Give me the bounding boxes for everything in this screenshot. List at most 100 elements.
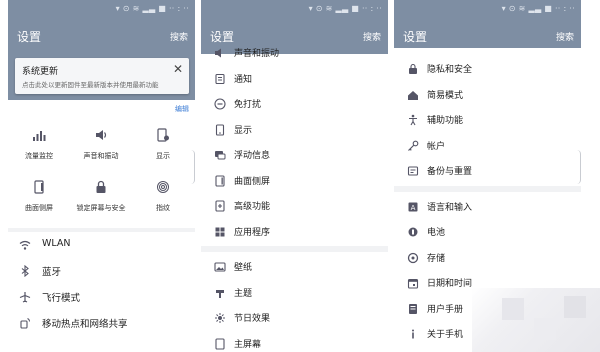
list-item-label: 存储 (427, 253, 446, 264)
status-bar: ▾ ⊙ ≋ ▂▃ ■ ·· : ·· (8, 0, 195, 18)
list-item-wlan[interactable]: WLAN (8, 232, 195, 258)
lock-icon (96, 180, 106, 193)
list-item-bluetooth[interactable]: 蓝牙 (8, 258, 195, 284)
quick-settings-grid: 流量监控 声音和振动 显示 曲面侧屏 锁定屏幕与安全 指纹 (8, 120, 195, 224)
list-item-label: 帐户 (427, 141, 446, 152)
list-item-storage[interactable]: 存储 (394, 245, 581, 271)
divider (394, 185, 581, 192)
tile-edge-screen[interactable]: 曲面侧屏 (8, 172, 70, 224)
wallpaper-icon (214, 262, 226, 272)
list-item-airplane-mode[interactable]: 飞行模式 (8, 284, 195, 310)
accessibility-icon (409, 114, 417, 126)
list-item-label: 辅助功能 (427, 116, 464, 126)
page-title: 设置 (403, 30, 428, 44)
tile-label: 锁定屏幕与安全 (76, 204, 126, 212)
list-item-language-input[interactable]: A 语言和输入 (394, 194, 581, 220)
app-bar: 设置 搜索 (394, 18, 581, 48)
language-icon: A (408, 202, 418, 212)
key-icon (408, 140, 419, 151)
system-update-card[interactable]: 系统更新 点击此处以更新固件至最新版本并使用最新功能 ✕ (15, 58, 189, 94)
apps-icon (215, 227, 225, 236)
list-item-privacy[interactable]: 隐私和安全 (394, 56, 581, 82)
app-bar-overlay: 设置 搜索 (201, 18, 388, 48)
list-item-display[interactable]: 显示 (201, 117, 388, 143)
tile-data-usage[interactable]: 流量监控 (8, 120, 70, 172)
list-item-battery[interactable]: 电池 (394, 219, 581, 245)
floating-message-icon (215, 151, 226, 160)
list-item-label: 主屏幕 (234, 339, 262, 350)
home-screen-icon (215, 337, 225, 350)
bluetooth-icon (21, 265, 29, 277)
list-item-label: 简易模式 (427, 90, 464, 101)
divider (201, 246, 388, 252)
status-bar-overlay: ▾ ⊙ ≋ ▂▃ ■ ·· : ·· (201, 0, 388, 18)
list-item-label: 用户手册 (427, 304, 464, 315)
list-item-accessibility[interactable]: 辅助功能 (394, 107, 581, 133)
tile-lock-screen[interactable]: 锁定屏幕与安全 (70, 172, 132, 224)
list-item-themes[interactable]: 主题 (201, 280, 388, 306)
tile-fingerprint[interactable]: 指纹 (132, 172, 194, 224)
list-item-edge-screen[interactable]: 曲面侧屏 (201, 168, 388, 194)
list-item-festival-effects[interactable]: 节日效果 (201, 305, 388, 331)
privacy-icon (409, 63, 417, 74)
list-item-easy-mode[interactable]: 简易模式 (394, 82, 581, 108)
update-card-title: 系统更新 (22, 67, 59, 77)
battery-icon (408, 227, 418, 237)
edit-button[interactable]: 编辑 (175, 104, 189, 114)
update-card-description: 点击此处以更新固件至最新版本并使用最新功能 (22, 81, 159, 89)
list-item-label: 隐私和安全 (427, 65, 473, 75)
watermark-block (534, 318, 556, 340)
do-not-disturb-icon (214, 98, 226, 110)
search-button[interactable]: 搜索 (170, 30, 188, 43)
list-item-notifications[interactable]: 通知 (201, 66, 388, 92)
scroll-indicator (577, 150, 581, 184)
list-item-label: 蓝牙 (42, 267, 62, 278)
list-item-label: 浮动信息 (234, 151, 271, 161)
svg-text:A: A (411, 204, 416, 212)
list-item-do-not-disturb[interactable]: 免打扰 (201, 91, 388, 117)
search-button[interactable]: 搜索 (363, 30, 381, 43)
list-item-label: 电池 (427, 228, 446, 238)
tile-display[interactable]: 显示 (132, 120, 194, 172)
list-item-floating-messages[interactable]: 浮动信息 (201, 142, 388, 168)
watermark-block (564, 296, 586, 318)
festival-icon (215, 313, 225, 323)
list-item-label: 节日效果 (234, 314, 271, 324)
close-icon[interactable]: ✕ (173, 63, 183, 75)
search-button[interactable]: 搜索 (556, 30, 574, 43)
list-item-wallpaper[interactable]: 壁纸 (201, 254, 388, 280)
list-item-label: 壁纸 (234, 263, 253, 273)
manual-icon (409, 303, 417, 314)
app-bar: 设置 搜索 (8, 18, 195, 54)
settings-panel-main: ▾ ⊙ ≋ ▂▃ ■ ·· : ·· 设置 搜索 系统更新 点击此处以更新固件至… (8, 0, 195, 352)
list-item-label: 飞行模式 (42, 293, 81, 304)
list-item-label: 移动热点和网络共享 (42, 319, 128, 330)
list-item-hotspot[interactable]: 移动热点和网络共享 (8, 310, 195, 336)
list-item-label: 主题 (234, 288, 253, 299)
list-item-label: 通知 (234, 74, 253, 85)
tile-label: 流量监控 (25, 152, 53, 160)
watermark-block (502, 298, 524, 320)
settings-list: 声音和振动 通知 免打扰 显示 浮动信息 曲面侧屏 高级功能 应用程序 壁纸 主… (201, 40, 388, 352)
list-item-applications[interactable]: 应用程序 (201, 219, 388, 245)
storage-icon (407, 252, 419, 263)
list-item-backup-reset[interactable]: 备份与重置 (394, 158, 581, 184)
list-item-label: 曲面侧屏 (234, 176, 271, 187)
edge-screen-icon (215, 174, 225, 187)
list-item-advanced-features[interactable]: 高级功能 (201, 193, 388, 219)
hotspot-icon (20, 318, 30, 329)
tile-label: 显示 (156, 152, 170, 160)
phone-brightness-icon (157, 128, 169, 142)
watermark-overlay (472, 288, 600, 352)
list-item-label: 应用程序 (234, 227, 271, 238)
status-bar: ▾ ⊙ ≋ ▂▃ ■ ·· : ·· (394, 0, 581, 18)
notification-icon (215, 73, 225, 84)
edge-screen-icon (34, 180, 44, 194)
list-item-label: 显示 (234, 125, 253, 136)
list-item-accounts[interactable]: 帐户 (394, 133, 581, 159)
list-item-home-screen[interactable]: 主屏幕 (201, 331, 388, 352)
settings-panel-device: ▾ ⊙ ≋ ▂▃ ■ ·· : ·· 设置 搜索 声音和振动 通知 免打扰 显示… (201, 0, 388, 352)
bar-chart-icon (33, 131, 46, 141)
list-item-label: 关于手机 (427, 330, 464, 340)
tile-sound[interactable]: 声音和振动 (70, 120, 132, 172)
